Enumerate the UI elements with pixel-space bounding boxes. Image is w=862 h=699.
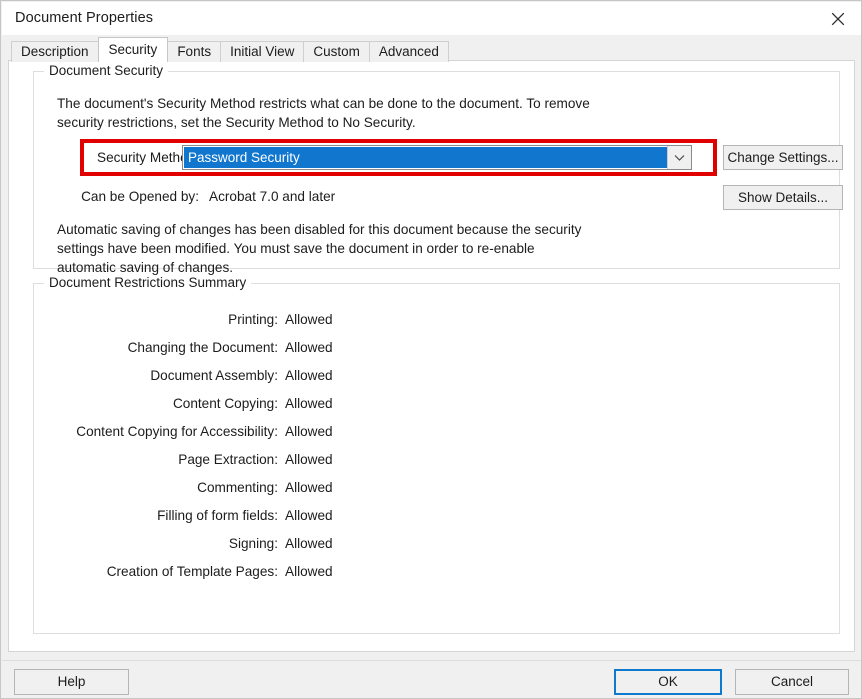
restriction-label: Signing:: [228, 536, 278, 551]
tab-label: Description: [21, 44, 89, 59]
security-tab-page: Document Security The document's Securit…: [8, 60, 855, 652]
restriction-row: Document Assembly: Allowed: [34, 368, 839, 388]
restriction-value: Allowed: [285, 536, 333, 551]
document-security-group: Document Security The document's Securit…: [33, 63, 843, 275]
restriction-value: Allowed: [285, 396, 333, 411]
restriction-row: Commenting: Allowed: [34, 480, 839, 500]
security-method-label: Security Method:: [97, 150, 199, 165]
restriction-label: Filling of form fields:: [157, 508, 278, 523]
restriction-row: Filling of form fields: Allowed: [34, 508, 839, 528]
restriction-value: Allowed: [285, 368, 333, 383]
restriction-row: Signing: Allowed: [34, 536, 839, 556]
restriction-label: Document Assembly:: [150, 368, 278, 383]
chevron-down-icon[interactable]: [667, 146, 691, 169]
tab-fonts[interactable]: Fonts: [167, 41, 222, 62]
restriction-label: Commenting:: [197, 480, 278, 495]
restriction-row: Printing: Allowed: [34, 312, 839, 332]
can-be-opened-by-value: Acrobat 7.0 and later: [209, 189, 336, 204]
tab-security[interactable]: Security: [97, 37, 169, 62]
tab-label: Initial View: [230, 44, 295, 59]
restriction-value: Allowed: [285, 340, 333, 355]
can-be-opened-by-label: Can be Opened by:: [81, 189, 199, 204]
restriction-value: Allowed: [285, 312, 333, 327]
restriction-value: Allowed: [285, 564, 333, 579]
restriction-row: Page Extraction: Allowed: [34, 452, 839, 472]
show-details-button[interactable]: Show Details...: [723, 185, 843, 210]
document-restrictions-group-title: Document Restrictions Summary: [44, 275, 252, 290]
restriction-label: Creation of Template Pages:: [106, 564, 278, 579]
document-properties-dialog: Document Properties Description Security…: [0, 0, 862, 699]
tab-label: Advanced: [378, 44, 439, 59]
cancel-button[interactable]: Cancel: [735, 669, 849, 695]
restriction-value: Allowed: [285, 508, 333, 523]
auto-save-disabled-note: Automatic saving of changes has been dis…: [57, 222, 582, 275]
tab-custom[interactable]: Custom: [303, 41, 370, 62]
security-description-text: The document's Security Method restricts…: [57, 96, 590, 130]
restriction-value: Allowed: [285, 424, 333, 439]
restriction-label: Content Copying for Accessibility:: [76, 424, 278, 439]
help-button[interactable]: Help: [14, 669, 129, 695]
document-restrictions-group: Document Restrictions Summary Printing: A…: [33, 275, 840, 634]
restriction-label: Changing the Document:: [127, 340, 278, 355]
restriction-value: Allowed: [285, 452, 333, 467]
close-button[interactable]: [816, 2, 861, 35]
window-title: Document Properties: [15, 10, 154, 26]
tab-label: Custom: [313, 44, 360, 59]
restriction-label: Page Extraction:: [178, 452, 278, 467]
tab-label: Security: [108, 42, 158, 57]
security-method-value: Password Security: [184, 147, 669, 168]
document-security-group-title: Document Security: [44, 63, 169, 78]
restriction-row: Content Copying for Accessibility: Allowe…: [34, 424, 839, 444]
ok-button[interactable]: OK: [614, 669, 722, 695]
tab-advanced[interactable]: Advanced: [368, 41, 449, 62]
restriction-row: Content Copying: Allowed: [34, 396, 839, 416]
tab-strip: Description Security Fonts Initial View …: [11, 37, 449, 62]
change-settings-button[interactable]: Change Settings...: [723, 145, 843, 170]
tab-description[interactable]: Description: [11, 41, 99, 62]
tab-label: Fonts: [177, 44, 212, 59]
tab-initial-view[interactable]: Initial View: [220, 41, 305, 62]
restriction-row: Creation of Template Pages: Allowed: [34, 564, 839, 584]
title-bar: Document Properties: [2, 2, 861, 35]
restriction-label: Content Copying:: [172, 396, 278, 411]
restriction-value: Allowed: [285, 480, 333, 495]
security-method-combobox[interactable]: Password Security: [182, 145, 692, 170]
restriction-row: Changing the Document: Allowed: [34, 340, 839, 360]
restriction-label: Printing:: [228, 312, 278, 327]
dialog-footer: Help OK Cancel: [2, 661, 861, 698]
